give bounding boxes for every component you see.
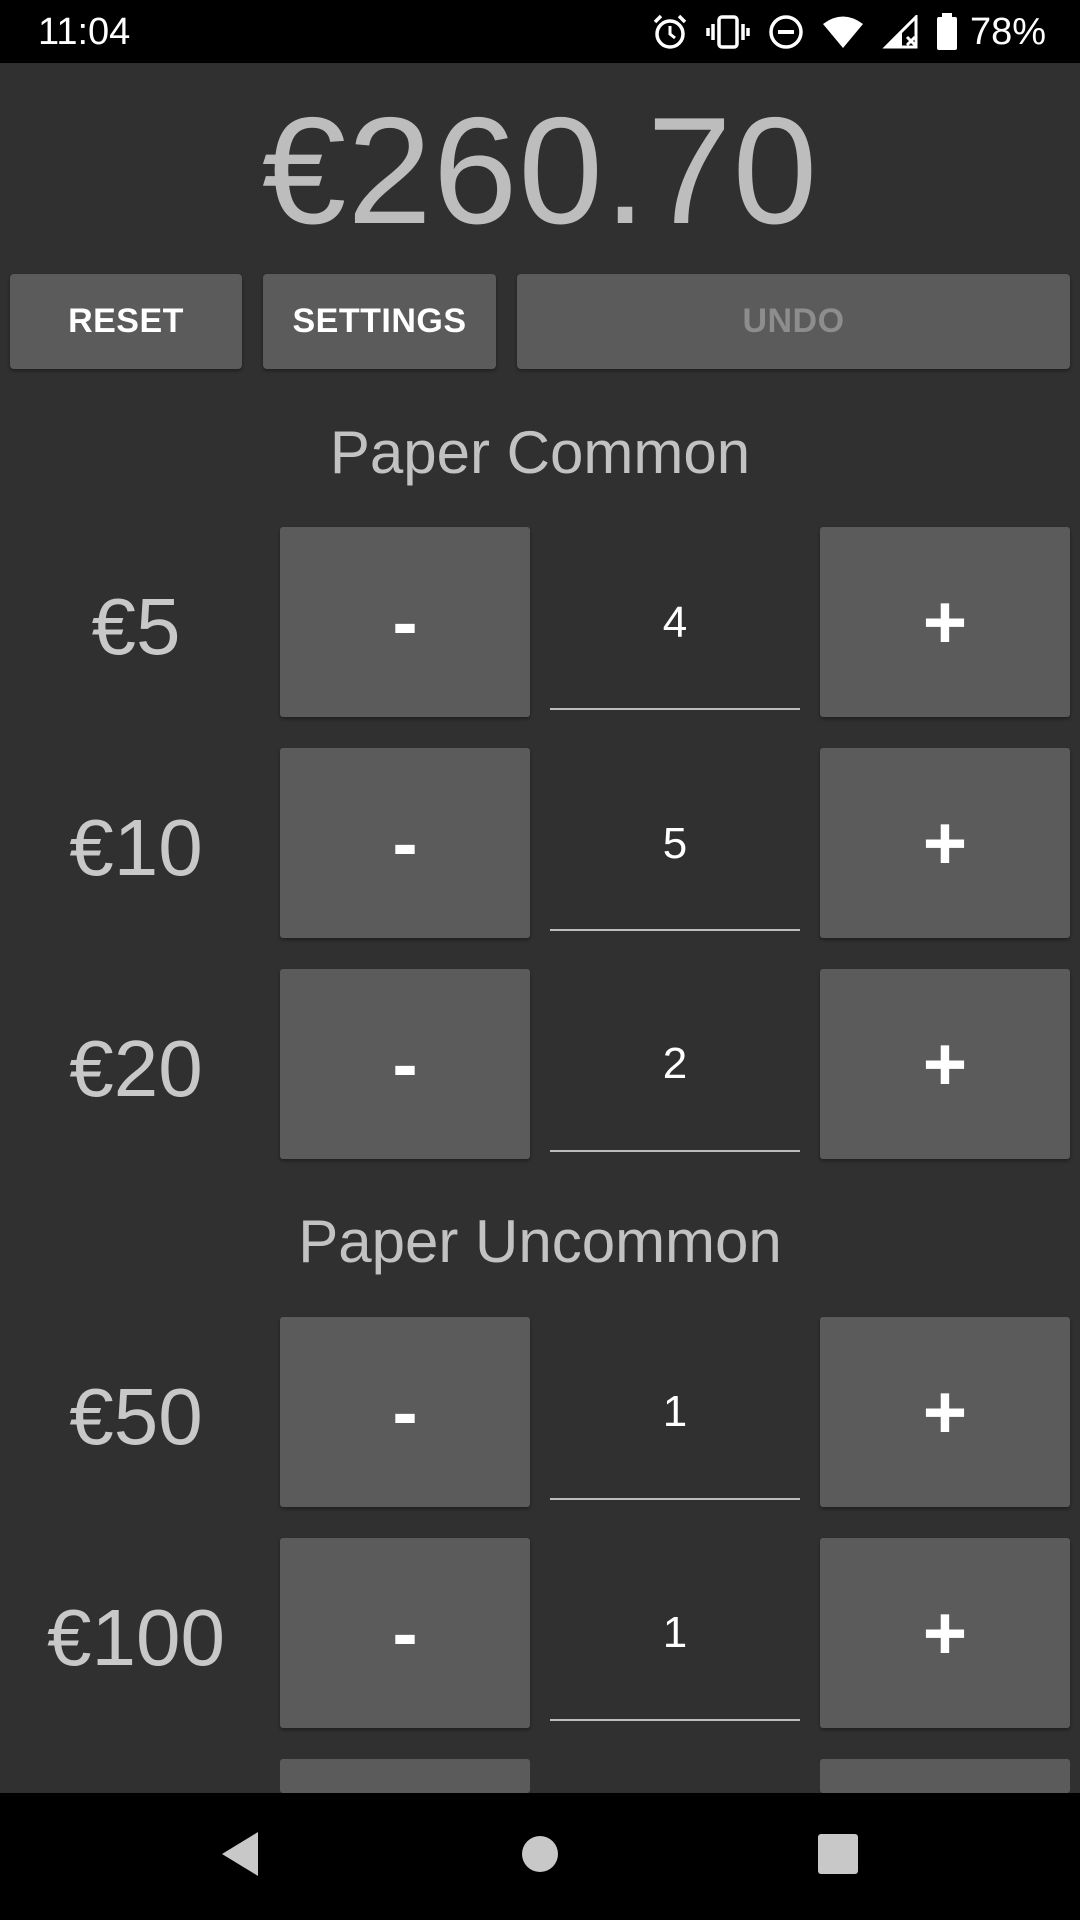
increment-button[interactable]: + — [820, 527, 1070, 717]
decrement-button[interactable]: - — [280, 748, 530, 938]
section-title-paper-uncommon: Paper Uncommon — [298, 1208, 782, 1275]
quantity-input[interactable]: 2 — [550, 1039, 800, 1089]
status-bar: 11:04 78% — [0, 0, 1080, 63]
denomination-label: €50 — [69, 1372, 203, 1461]
settings-button[interactable]: SETTINGS — [263, 274, 496, 369]
alarm-icon — [652, 13, 688, 51]
quantity-underline — [550, 708, 800, 710]
increment-button[interactable]: + — [820, 969, 1070, 1159]
status-icons: 78% — [652, 10, 1046, 54]
battery-percent: 78% — [969, 11, 1046, 53]
quantity-input[interactable]: 1 — [550, 1608, 800, 1658]
increment-button[interactable]: + — [820, 748, 1070, 938]
total-amount: €260.70 — [261, 86, 819, 256]
increment-button[interactable]: + — [820, 1317, 1070, 1507]
section-title-paper-common: Paper Common — [329, 419, 751, 486]
quantity-input[interactable]: 5 — [550, 819, 800, 869]
home-button[interactable] — [470, 1793, 610, 1920]
denomination-label: €5 — [91, 582, 181, 671]
recents-icon — [817, 1833, 859, 1880]
increment-button[interactable] — [820, 1759, 1070, 1793]
vibrate-icon — [706, 14, 750, 50]
decrement-button[interactable]: - — [280, 1317, 530, 1507]
cell-signal-icon — [882, 15, 918, 49]
back-icon — [218, 1830, 262, 1883]
increment-button[interactable]: + — [820, 1538, 1070, 1728]
quantity-underline — [550, 1498, 800, 1500]
quantity-input[interactable]: 4 — [550, 598, 800, 648]
decrement-button[interactable]: - — [280, 527, 530, 717]
back-button[interactable] — [170, 1793, 310, 1920]
do-not-disturb-icon — [768, 14, 804, 50]
decrement-button[interactable]: - — [280, 1538, 530, 1728]
status-time: 11:04 — [38, 11, 131, 53]
denomination-label: €20 — [69, 1024, 203, 1113]
home-icon — [520, 1834, 560, 1879]
decrement-button[interactable]: - — [280, 969, 530, 1159]
denomination-label: €10 — [69, 803, 203, 892]
navigation-bar — [0, 1793, 1080, 1920]
quantity-underline — [550, 929, 800, 931]
denomination-label: €100 — [47, 1593, 225, 1682]
battery-icon — [936, 13, 958, 51]
quantity-input[interactable]: 1 — [550, 1387, 800, 1437]
undo-button[interactable]: UNDO — [517, 274, 1070, 369]
quantity-underline — [550, 1719, 800, 1721]
reset-button[interactable]: RESET — [10, 274, 242, 369]
wifi-icon — [822, 15, 864, 49]
quantity-underline — [550, 1150, 800, 1152]
recents-button[interactable] — [768, 1793, 908, 1920]
decrement-button[interactable] — [280, 1759, 530, 1793]
